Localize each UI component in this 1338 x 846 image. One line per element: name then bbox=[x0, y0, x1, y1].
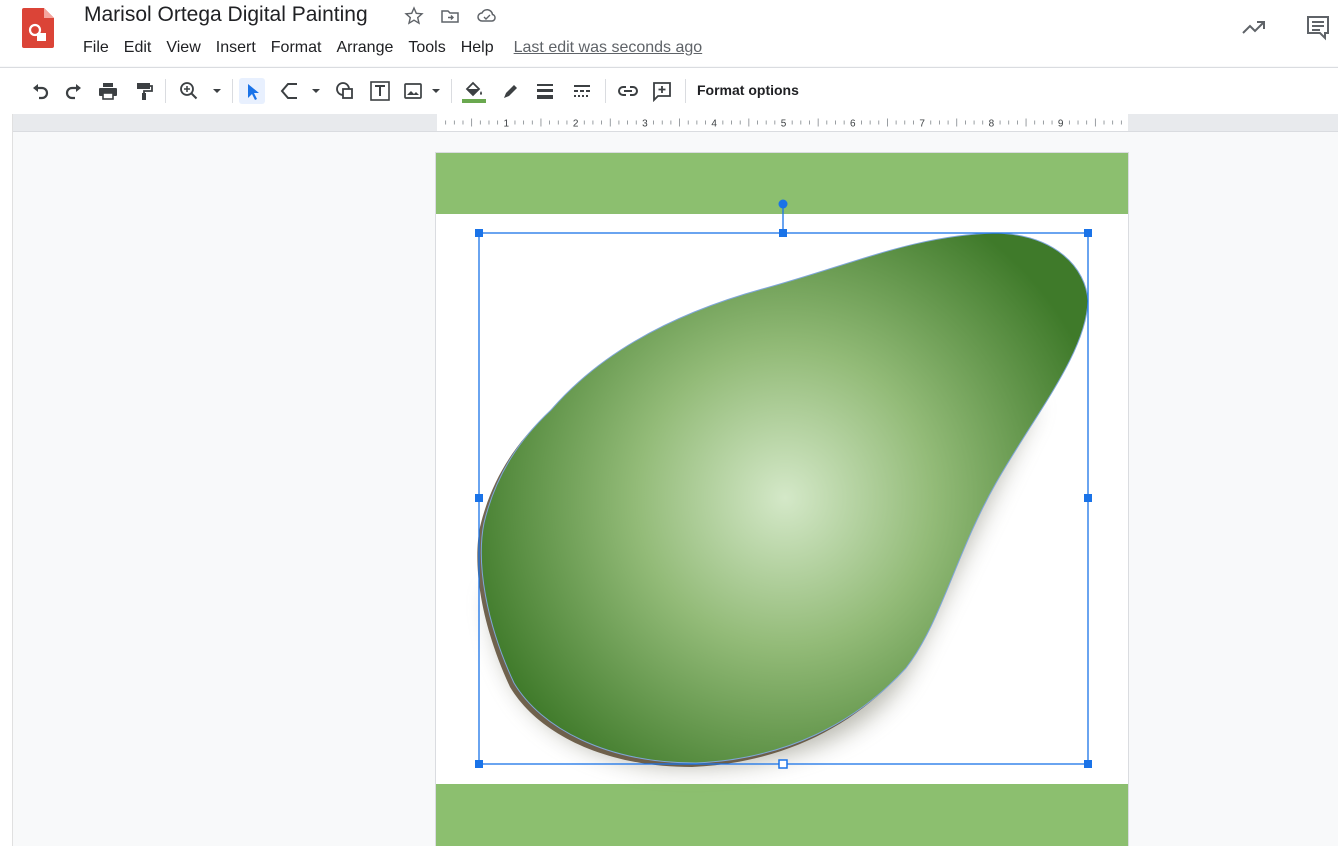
redo-icon[interactable] bbox=[61, 78, 87, 104]
move-to-folder-icon[interactable] bbox=[440, 6, 460, 26]
toolbar-divider bbox=[165, 79, 166, 103]
app-header: Marisol Ortega Digital Painting File Edi… bbox=[0, 0, 1338, 66]
add-comment-icon[interactable] bbox=[649, 78, 675, 104]
comments-icon[interactable] bbox=[1304, 14, 1332, 42]
menu-tools[interactable]: Tools bbox=[401, 39, 453, 57]
fill-color-icon[interactable] bbox=[461, 78, 487, 104]
print-icon[interactable] bbox=[95, 78, 121, 104]
toolbar-divider bbox=[685, 79, 686, 103]
ruler-label: 1 bbox=[504, 119, 510, 130]
border-weight-icon[interactable] bbox=[532, 78, 558, 104]
ruler-label: 4 bbox=[711, 119, 717, 130]
ruler-label: 2 bbox=[573, 119, 579, 130]
ruler-label: 3 bbox=[642, 119, 648, 130]
menu-file[interactable]: File bbox=[76, 39, 117, 57]
toolbar-divider bbox=[451, 79, 452, 103]
link-icon[interactable] bbox=[615, 78, 641, 104]
image-dropdown-icon[interactable] bbox=[423, 78, 449, 104]
document-title[interactable]: Marisol Ortega Digital Painting bbox=[84, 3, 368, 27]
menu-insert[interactable]: Insert bbox=[209, 39, 264, 57]
line-dropdown-icon[interactable] bbox=[303, 78, 329, 104]
menu-view[interactable]: View bbox=[159, 39, 208, 57]
undo-icon[interactable] bbox=[27, 78, 53, 104]
zoom-icon[interactable] bbox=[176, 78, 202, 104]
drawing-canvas[interactable] bbox=[436, 153, 1128, 846]
horizontal-ruler[interactable]: 1 2 3 4 5 6 7 8 9 bbox=[437, 114, 1128, 131]
star-icon[interactable] bbox=[404, 6, 424, 26]
paint-format-icon[interactable] bbox=[131, 78, 157, 104]
menu-edit[interactable]: Edit bbox=[117, 39, 160, 57]
last-edit-link[interactable]: Last edit was seconds ago bbox=[514, 39, 703, 57]
ruler-label: 8 bbox=[989, 119, 995, 130]
toolbar-divider bbox=[605, 79, 606, 103]
avocado-painting[interactable] bbox=[436, 153, 1128, 846]
ruler-label: 6 bbox=[850, 119, 856, 130]
drawings-app-icon[interactable] bbox=[22, 6, 56, 50]
toolbar-divider bbox=[232, 79, 233, 103]
zoom-dropdown-icon[interactable] bbox=[204, 78, 230, 104]
shape-icon[interactable] bbox=[332, 78, 358, 104]
activity-trend-icon[interactable] bbox=[1240, 14, 1268, 42]
ruler-label: 7 bbox=[919, 119, 925, 130]
menu-format[interactable]: Format bbox=[264, 39, 330, 57]
ruler-label: 9 bbox=[1058, 119, 1064, 130]
line-icon[interactable] bbox=[277, 78, 303, 104]
border-dash-icon[interactable] bbox=[569, 78, 595, 104]
cloud-status-icon[interactable] bbox=[476, 6, 496, 26]
text-box-icon[interactable] bbox=[367, 78, 393, 104]
menu-arrange[interactable]: Arrange bbox=[329, 39, 401, 57]
ruler-label: 5 bbox=[781, 119, 787, 130]
menu-help[interactable]: Help bbox=[454, 39, 502, 57]
format-options-button[interactable]: Format options bbox=[697, 82, 799, 98]
menu-bar: File Edit View Insert Format Arrange Too… bbox=[76, 36, 702, 60]
border-color-icon[interactable] bbox=[498, 78, 524, 104]
vertical-ruler bbox=[0, 114, 13, 846]
toolbar: Format options bbox=[0, 67, 1338, 114]
select-icon[interactable] bbox=[239, 78, 265, 104]
